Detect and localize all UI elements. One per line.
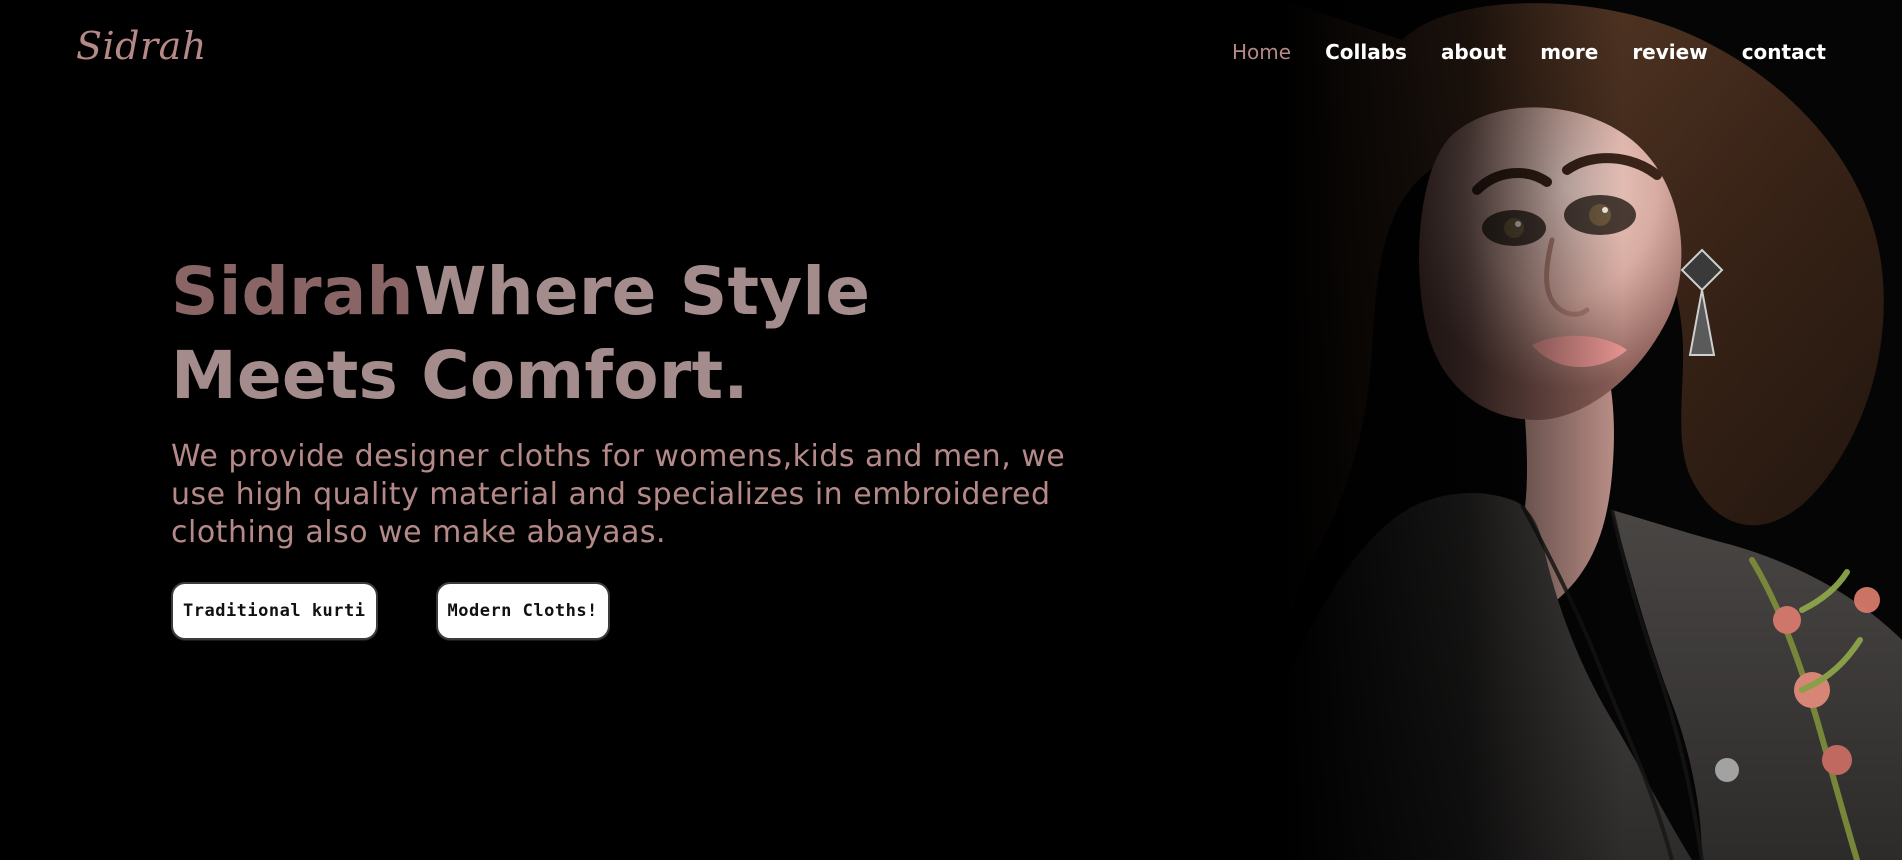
- nav-review[interactable]: review: [1632, 40, 1707, 64]
- top-navbar: Sidrah Home Collabs about more review co…: [0, 0, 1902, 105]
- site-logo[interactable]: Sidrah: [76, 24, 207, 68]
- nav-contact[interactable]: contact: [1742, 40, 1826, 64]
- nav-collabs[interactable]: Collabs: [1325, 40, 1407, 64]
- nav-more[interactable]: more: [1540, 40, 1598, 64]
- hero-headline-brand: Sidrah: [171, 253, 414, 330]
- nav-home[interactable]: Home: [1232, 40, 1291, 64]
- hero-headline: SidrahWhere Style Meets Comfort.: [171, 250, 1111, 418]
- hero-cta-row: Traditional kurti Modern Cloths!: [171, 582, 1111, 640]
- main-navigation: Home Collabs about more review contact: [1232, 40, 1826, 64]
- traditional-kurti-button[interactable]: Traditional kurti: [171, 582, 378, 640]
- hero-image: [1282, 0, 1902, 860]
- modern-cloths-button[interactable]: Modern Cloths!: [435, 582, 610, 640]
- nav-about[interactable]: about: [1441, 40, 1506, 64]
- hero-section: SidrahWhere Style Meets Comfort. We prov…: [171, 250, 1111, 640]
- hero-subtext: We provide designer cloths for womens,ki…: [171, 439, 1066, 550]
